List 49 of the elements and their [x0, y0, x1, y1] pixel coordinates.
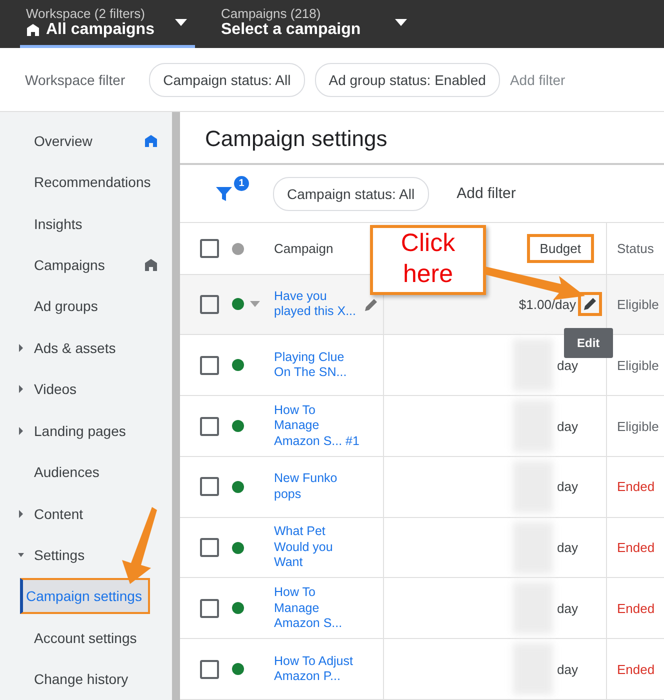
campaign-link[interactable]: How To Adjust Amazon P...	[274, 654, 360, 685]
filter-chip[interactable]: Campaign status: All	[273, 176, 429, 211]
sidebar-item[interactable]: Ads & assets	[34, 340, 116, 356]
budget-value: day	[557, 358, 578, 373]
sidebar-item[interactable]: Landing pages	[34, 422, 126, 439]
column-header[interactable]: Campaign	[274, 241, 334, 256]
budget-value: $1.00/day	[518, 296, 576, 312]
filter-label: Workspace filter	[25, 72, 126, 88]
add-filter-link[interactable]: Add filter	[510, 72, 566, 88]
budget-value: day	[557, 662, 578, 677]
sidebar-item[interactable]: Recommendations	[34, 174, 151, 190]
edit-tooltip: Edit	[564, 328, 613, 358]
budget-value: day	[557, 600, 578, 616]
column-header[interactable]: Status	[607, 241, 654, 256]
sidebar-item[interactable]: Account settings	[34, 630, 137, 646]
campaign-link[interactable]: How To Manage Amazon S... #1	[274, 402, 360, 450]
filter-chip[interactable]: Ad group status: Enabled	[314, 62, 500, 96]
budget-value: day	[557, 479, 578, 494]
sidebar-item[interactable]: Change history	[34, 671, 128, 688]
filter-chip[interactable]: Campaign status: All	[149, 62, 305, 96]
campaign-link[interactable]: New Funko pops	[274, 471, 360, 502]
campaign-link[interactable]: Playing Clue On The SN...	[274, 350, 360, 381]
add-filter-link[interactable]: Add filter	[456, 185, 516, 202]
column-header[interactable]: Budget	[526, 234, 594, 264]
sidebar-item[interactable]: Campaigns	[34, 256, 105, 273]
status-text: Eligible	[616, 296, 659, 312]
status-text: Ended	[616, 662, 655, 677]
filter-count-badge: 1	[234, 176, 249, 191]
status-text: Ended	[616, 540, 655, 556]
status-text: Eligible	[616, 358, 659, 373]
breadcrumb-tab[interactable]: Workspace (2 filters) All campaigns	[20, 0, 195, 48]
campaign-link[interactable]: What Pet Would you Want	[274, 524, 360, 571]
status-text: Ended	[616, 600, 655, 616]
page-title: Campaign settings	[180, 112, 664, 165]
budget-value: day	[557, 540, 578, 556]
sidebar-item[interactable]: Overview	[34, 132, 92, 149]
sidebar-item[interactable]: Settings	[34, 546, 85, 563]
sidebar-item[interactable]: Insights	[34, 216, 82, 232]
callout-box: Click here	[370, 225, 486, 295]
sidebar-item[interactable]: Audiences	[34, 464, 100, 480]
sidebar-item[interactable]: Videos	[34, 381, 77, 398]
breadcrumb-tab[interactable]: Campaigns (218) Select a campaign	[215, 0, 415, 48]
campaign-link[interactable]: How To Manage Amazon S...	[274, 585, 360, 632]
sidebar-item[interactable]: Content	[34, 506, 84, 522]
status-text: Eligible	[616, 418, 659, 434]
sidebar-item[interactable]: Ad groups	[34, 298, 98, 314]
campaign-link[interactable]: Have you played this X...	[274, 288, 360, 320]
status-text: Ended	[616, 479, 655, 494]
budget-value: day	[557, 418, 578, 434]
